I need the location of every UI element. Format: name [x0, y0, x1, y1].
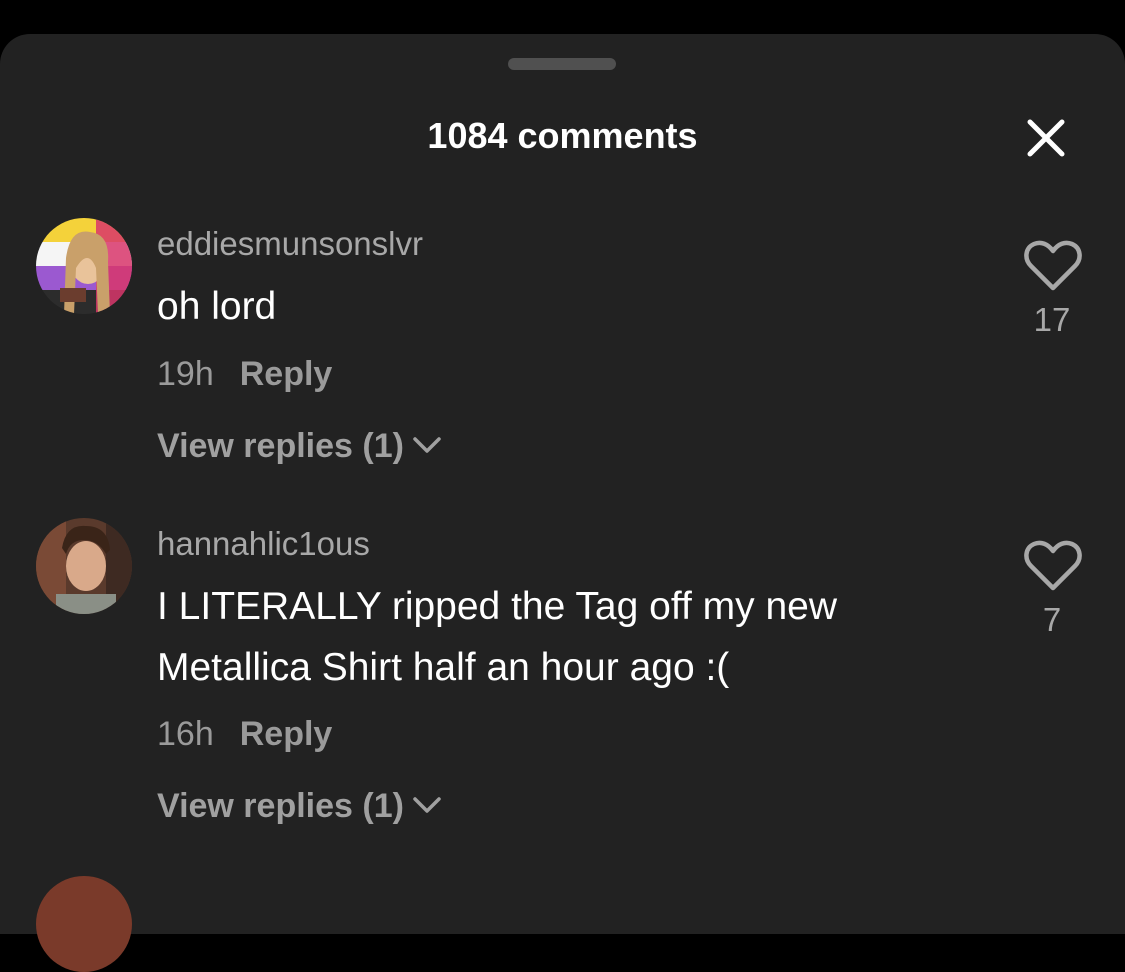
- reply-button[interactable]: Reply: [240, 715, 333, 753]
- comments-sheet: 1084 comments eddiesmunsonslvr oh lord 1…: [0, 34, 1125, 972]
- like-count: 17: [1033, 301, 1071, 338]
- heart-outline-icon: [1024, 540, 1082, 591]
- heart-outline-icon: [1024, 240, 1082, 291]
- reply-button[interactable]: Reply: [240, 355, 333, 393]
- view-replies-button[interactable]: View replies (1): [157, 426, 442, 466]
- chevron-down-icon: [413, 437, 441, 453]
- like-count: 7: [1042, 601, 1062, 638]
- like-button[interactable]: [1024, 540, 1082, 592]
- close-button[interactable]: [1020, 112, 1072, 164]
- comment-time: 19h: [157, 355, 214, 393]
- like-button[interactable]: [1024, 240, 1082, 292]
- comment-username[interactable]: eddiesmunsonslvr: [157, 224, 423, 264]
- drag-handle[interactable]: [508, 58, 616, 70]
- comment-meta: 16h Reply: [157, 714, 332, 754]
- close-icon: [1027, 119, 1065, 157]
- avatar-image: [36, 518, 132, 614]
- comment-time: 16h: [157, 715, 214, 753]
- comment-meta: 19h Reply: [157, 354, 332, 394]
- avatar[interactable]: [36, 876, 132, 972]
- avatar[interactable]: [36, 218, 132, 314]
- view-replies-button[interactable]: View replies (1): [157, 786, 442, 826]
- chevron-down-icon: [413, 797, 441, 813]
- avatar-image: [36, 218, 132, 314]
- view-replies-label: View replies (1): [157, 427, 404, 465]
- comments-count-title: 1084 comments: [427, 115, 698, 156]
- comment-username[interactable]: hannahlic1ous: [157, 524, 370, 564]
- view-replies-label: View replies (1): [157, 787, 404, 825]
- avatar[interactable]: [36, 518, 132, 614]
- comment-text: I LITERALLY ripped the Tag off my new Me…: [157, 585, 838, 689]
- comment-text: oh lord: [157, 285, 277, 328]
